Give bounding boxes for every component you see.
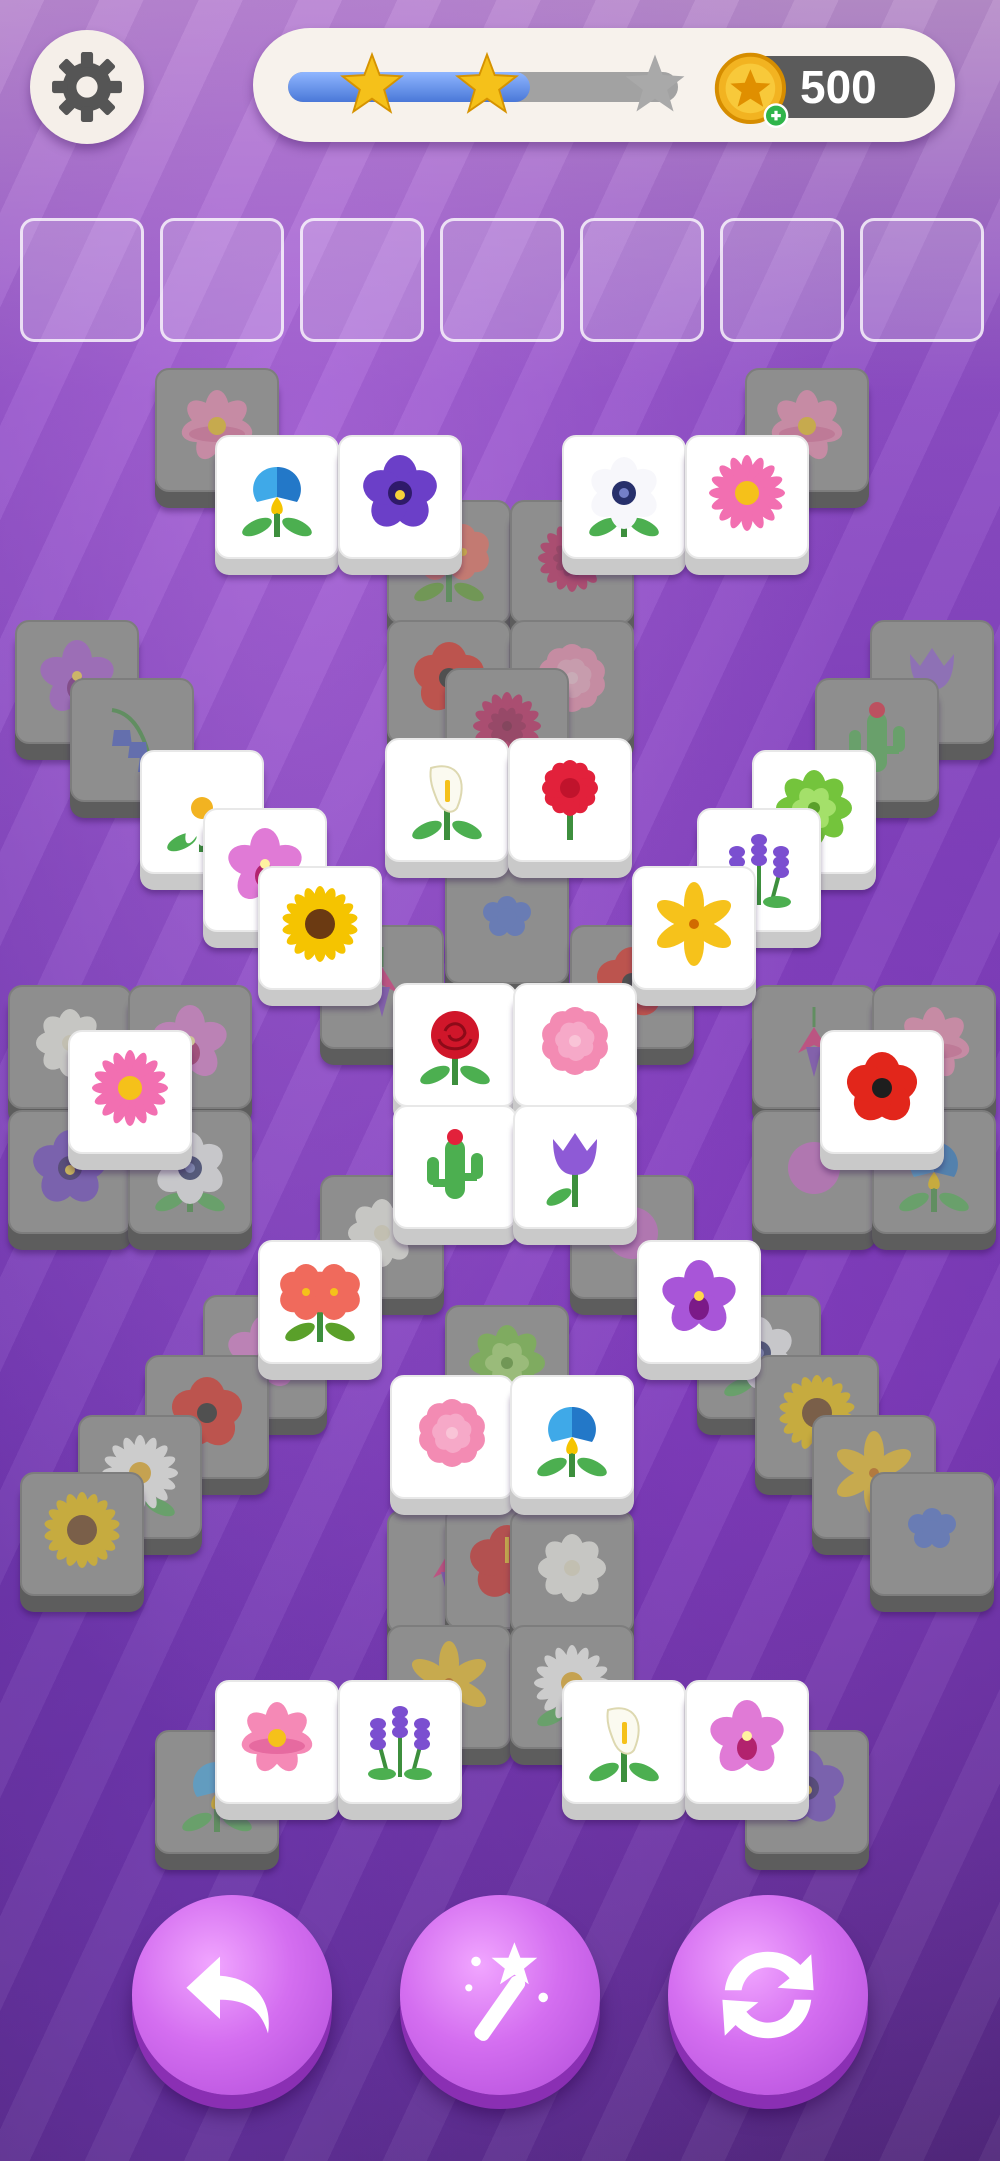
tile-purple-orchid[interactable] xyxy=(637,1240,761,1380)
collection-slot-3 xyxy=(300,218,424,342)
blue-iris-icon xyxy=(537,1407,607,1477)
tile-cactus[interactable] xyxy=(393,1105,517,1245)
tile-blue-iris[interactable] xyxy=(510,1375,634,1515)
pink-orchid-icon xyxy=(710,1700,784,1771)
pink-daisy-icon xyxy=(709,455,785,531)
sunflower-icon xyxy=(282,886,358,962)
sunflower-icon xyxy=(44,1492,120,1568)
settings-button[interactable] xyxy=(30,30,144,144)
red-rose-icon xyxy=(420,1011,490,1085)
pink-daisy-icon xyxy=(92,1050,168,1126)
collection-slot-1 xyxy=(20,218,144,342)
purple-pansy-icon xyxy=(363,455,437,527)
tile-purple-pansy[interactable] xyxy=(338,435,462,575)
tile-pink-orchid[interactable] xyxy=(685,1680,809,1820)
pink-peony-icon xyxy=(419,1399,485,1467)
pink-peony-icon xyxy=(542,1007,608,1075)
tile-purple-lavender[interactable] xyxy=(338,1680,462,1820)
collection-slot-2 xyxy=(160,218,284,342)
yellow-lily-icon xyxy=(656,882,732,966)
shuffle-button[interactable] xyxy=(668,1895,868,2095)
star-icon-3-empty xyxy=(625,54,685,112)
tile-pink-lotus[interactable] xyxy=(215,1680,339,1820)
calla-lily-icon xyxy=(589,1707,659,1782)
magic-wand-icon xyxy=(465,1942,548,2041)
magic-wand-button[interactable] xyxy=(400,1895,600,2095)
blocked-tile-hydrangea xyxy=(445,860,569,1000)
tile-red-rose[interactable] xyxy=(393,983,517,1123)
red-poppy-icon xyxy=(846,1052,918,1121)
gardenia-icon xyxy=(538,1534,606,1602)
collection-slot-7 xyxy=(860,218,984,342)
purple-lavender-icon xyxy=(368,1706,432,1780)
tile-yellow-lily[interactable] xyxy=(632,866,756,1006)
calla-lily-icon xyxy=(412,765,482,840)
tile-white-anemone[interactable] xyxy=(562,435,686,575)
tile-pink-daisy[interactable] xyxy=(68,1030,192,1170)
tile-purple-tulip[interactable] xyxy=(513,1105,637,1245)
star-icon-2 xyxy=(455,52,519,114)
blocked-tile-sunflower xyxy=(20,1472,144,1612)
pink-lotus-icon xyxy=(241,1702,313,1772)
collection-slot-4 xyxy=(440,218,564,342)
shuffle-icon xyxy=(722,1951,814,2039)
gear-icon xyxy=(52,52,122,122)
tile-sunflower[interactable] xyxy=(258,866,382,1006)
red-carnation-icon xyxy=(542,760,598,840)
tile-calla-lily[interactable] xyxy=(562,1680,686,1820)
red-begonia-icon xyxy=(280,1264,360,1342)
purple-tulip-icon xyxy=(546,1133,597,1207)
tile-red-carnation[interactable] xyxy=(508,738,632,878)
purple-orchid-icon xyxy=(662,1260,736,1331)
collection-slot-6 xyxy=(720,218,844,342)
undo-icon xyxy=(186,1956,269,2034)
tile-calla-lily[interactable] xyxy=(385,738,509,878)
star-icon-1 xyxy=(340,52,404,114)
tile-red-poppy[interactable] xyxy=(820,1030,944,1170)
undo-button[interactable] xyxy=(132,1895,332,2095)
coin-star-icon[interactable] xyxy=(712,50,792,130)
cactus-icon xyxy=(427,1129,483,1199)
tile-pink-peony[interactable] xyxy=(390,1375,514,1515)
white-anemone-icon xyxy=(589,457,659,537)
coin-amount: 500 xyxy=(800,61,877,113)
tile-pink-peony[interactable] xyxy=(513,983,637,1123)
hydrangea-icon xyxy=(483,896,531,936)
hydrangea-icon xyxy=(908,1508,956,1548)
tile-blue-iris[interactable] xyxy=(215,435,339,575)
tile-pink-daisy[interactable] xyxy=(685,435,809,575)
tile-red-begonia[interactable] xyxy=(258,1240,382,1380)
collection-slot-5 xyxy=(580,218,704,342)
blocked-tile-hydrangea xyxy=(870,1472,994,1612)
blue-iris-icon xyxy=(242,467,312,537)
